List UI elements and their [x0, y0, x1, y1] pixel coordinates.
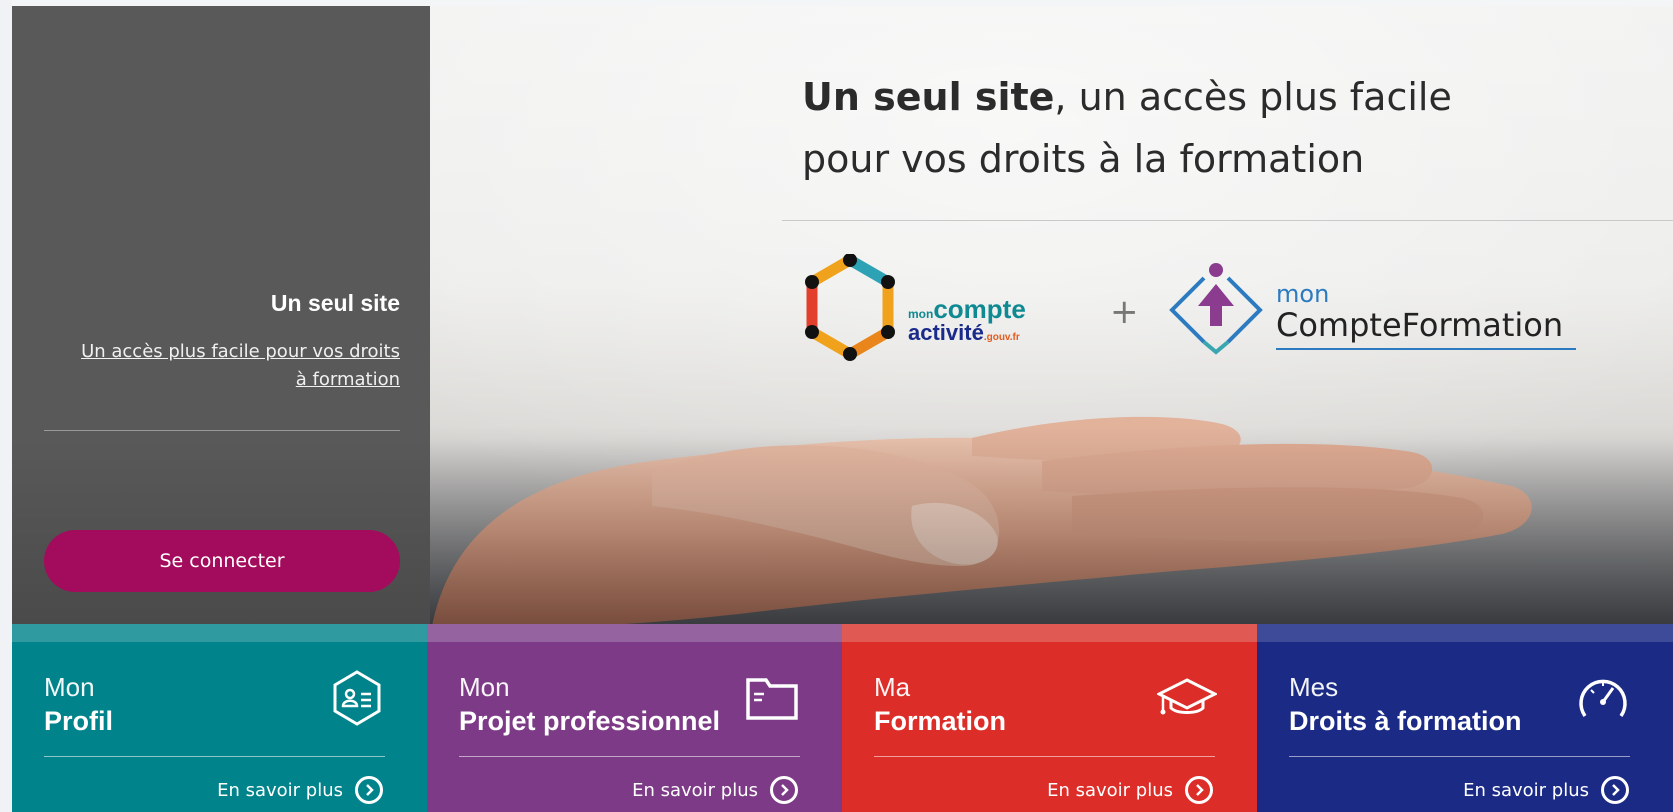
tile-droits-formation[interactable]: Mes Droits à formation En savoir plus: [1257, 624, 1673, 812]
learn-more-label: En savoir plus: [1047, 779, 1173, 801]
speedometer-icon: [1579, 679, 1627, 718]
learn-more-label: En savoir plus: [217, 779, 343, 801]
learn-more-link[interactable]: En savoir plus: [632, 776, 798, 804]
chevron-right-icon: [355, 776, 383, 804]
left-gutter: [0, 0, 12, 812]
folder-icon: [746, 678, 798, 720]
tile-topbar: [842, 624, 1257, 642]
chevron-right-icon: [770, 776, 798, 804]
learn-more-link[interactable]: En savoir plus: [217, 776, 383, 804]
headline-divider: [782, 220, 1673, 221]
hexagon-logo-icon: [805, 253, 895, 361]
tile-label-small: Mes: [1289, 672, 1339, 702]
headline-rest: , un accès plus facile: [1054, 75, 1452, 119]
headline-bold: Un seul site: [802, 75, 1055, 119]
plus-sign: +: [1110, 292, 1139, 332]
logo2-mon: mon: [1276, 280, 1330, 308]
sidebar-panel: Un seul site Un accès plus facile pour v…: [12, 6, 430, 626]
tile-profil[interactable]: Mon Profil En savoir plus: [12, 624, 427, 812]
graduation-cap-icon: [1157, 678, 1217, 715]
tile-formation[interactable]: Ma Formation En savoir plus: [842, 624, 1257, 812]
tile-label-big: Profil: [44, 706, 114, 736]
learn-more-link[interactable]: En savoir plus: [1047, 776, 1213, 804]
sidebar-link[interactable]: Un accès plus facile pour vos droits à f…: [80, 338, 400, 394]
tile-label-big: Droits à formation: [1289, 706, 1522, 736]
tile-label-big: Projet professionnel: [459, 706, 721, 736]
learn-more-label: En savoir plus: [1463, 779, 1589, 801]
divider: [44, 430, 400, 431]
chevron-right-icon: [1185, 776, 1213, 804]
tile-divider: [1289, 756, 1630, 757]
logo2-name: CompteFormation: [1276, 306, 1564, 344]
logo2-underline: [1276, 348, 1576, 350]
tiles-row: Mon Profil En savoir plus Mon Projet pro…: [12, 624, 1673, 812]
tile-label-big: Formation: [874, 706, 1006, 736]
learn-more-link[interactable]: En savoir plus: [1463, 776, 1629, 804]
logo1-suffix: .gouv.fr: [983, 332, 1020, 343]
tile-divider: [874, 756, 1215, 757]
profile-card-icon: [333, 670, 381, 726]
tile-divider: [459, 756, 800, 757]
sidebar-title: Un seul site: [270, 290, 400, 316]
tile-label-small: Mon: [44, 672, 95, 702]
tile-topbar: [427, 624, 842, 642]
chevron-right-icon: [1601, 776, 1629, 804]
moncompteformation-logo[interactable]: mon CompteFormation: [1164, 256, 1584, 366]
tile-projet-professionnel[interactable]: Mon Projet professionnel En savoir plus: [427, 624, 842, 812]
logo1-activite: activité: [908, 320, 984, 345]
hero-stage: Un seul site Un accès plus facile pour v…: [12, 6, 1673, 812]
moncompteactivite-logo[interactable]: moncompte activité.gouv.fr: [802, 253, 1092, 374]
tile-topbar: [1257, 624, 1673, 642]
learn-more-label: En savoir plus: [632, 779, 758, 801]
hero-headline: Un seul site, un accès plus facile pour …: [802, 66, 1662, 190]
logo1-mon: mon: [908, 307, 934, 321]
person-arrow-logo-icon: [1169, 263, 1263, 355]
tile-label-small: Mon: [459, 672, 510, 702]
tile-divider: [44, 756, 385, 757]
tile-label-small: Ma: [874, 672, 911, 702]
tile-topbar: [12, 624, 427, 642]
logo1-bottom-text: activité.gouv.fr: [908, 320, 1020, 346]
headline-line2: pour vos droits à la formation: [802, 137, 1365, 181]
connect-button[interactable]: Se connecter: [44, 530, 400, 592]
